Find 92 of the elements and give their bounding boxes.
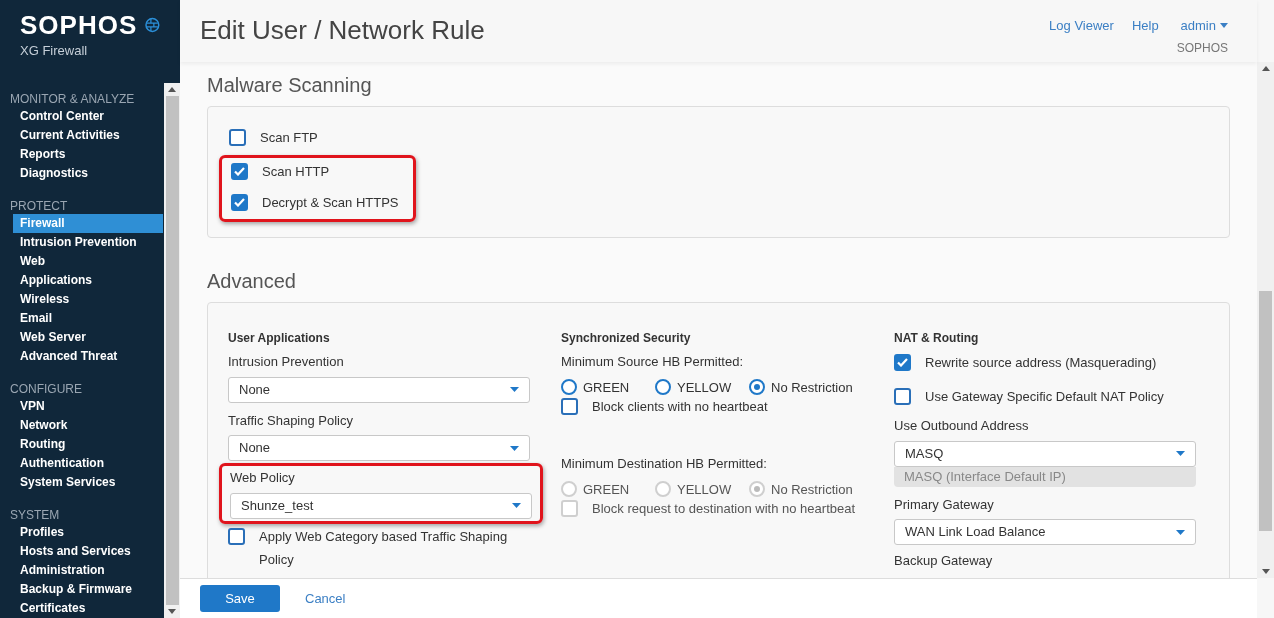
save-button[interactable]: Save <box>200 585 280 612</box>
checkbox-label: Rewrite source address (Masquerading) <box>925 354 1157 372</box>
checkbox[interactable] <box>561 398 578 415</box>
nav-item[interactable]: Authentication <box>13 454 163 473</box>
nav-item[interactable]: Certificates <box>13 599 163 618</box>
nav-item[interactable]: Current Activities <box>13 126 163 145</box>
checkbox-label: Scan FTP <box>260 129 318 147</box>
scrollbar[interactable] <box>164 83 180 618</box>
nav-item[interactable]: Intrusion Prevention <box>13 233 163 252</box>
field-label: Primary Gateway <box>894 495 995 514</box>
caret-icon <box>512 503 521 508</box>
column-heading: User Applications <box>228 330 331 347</box>
radio-label: GREEN <box>583 378 630 397</box>
checkmark-icon <box>234 198 245 207</box>
checkbox[interactable] <box>231 194 248 211</box>
nav-item[interactable]: Reports <box>13 145 163 164</box>
checkbox[interactable] <box>894 388 911 405</box>
header-link[interactable]: Help <box>1131 16 1159 57</box>
radio-label: No Restriction <box>771 378 853 397</box>
column-heading: NAT & Routing <box>894 330 980 347</box>
dropdown[interactable]: Shunze_test <box>230 492 532 519</box>
caret-icon <box>510 445 519 451</box>
caret-icon <box>510 387 519 392</box>
section-title: Malware Scanning <box>207 73 373 98</box>
nav-item[interactable]: VPN <box>13 397 163 416</box>
checkbox-label: Scan HTTP <box>262 163 330 181</box>
radio-label: No Restriction <box>771 480 853 499</box>
user-organization: SOPHOS <box>1176 39 1228 57</box>
field-label: Intrusion Prevention <box>228 353 345 371</box>
radio-label: YELLOW <box>677 378 732 397</box>
checkbox[interactable] <box>894 354 911 371</box>
nav-item[interactable]: Routing <box>13 435 163 454</box>
nav-section-heading: CONFIGURE <box>9 382 83 397</box>
field-label: Backup Gateway <box>894 552 994 570</box>
nav-section-heading: PROTECT <box>9 199 69 214</box>
caret-icon <box>1176 451 1185 456</box>
caret-icon <box>1220 23 1228 29</box>
dropdown[interactable]: WAN Link Load Balance <box>894 519 1196 545</box>
column-heading: Synchronized Security <box>561 330 692 347</box>
checkmark-icon <box>897 358 908 367</box>
scroll-up-icon[interactable] <box>168 87 176 92</box>
cancel-link[interactable]: Cancel <box>300 588 351 609</box>
checkbox-label: Apply Web Category based Traffic Shaping Policy <box>259 527 509 569</box>
nav-section-heading: SYSTEM <box>9 508 61 523</box>
radio-button[interactable] <box>749 379 765 396</box>
dropdown[interactable]: None <box>228 435 530 461</box>
field-label: Web Policy <box>230 469 296 487</box>
field-label: Traffic Shaping Policy <box>228 411 354 430</box>
dropdown[interactable]: None <box>228 376 530 403</box>
nav-section-heading: MONITOR & ANALYZE <box>9 92 136 107</box>
nav-item[interactable]: Hosts and Services <box>13 542 163 561</box>
header-link[interactable]: Log Viewer <box>1049 16 1114 57</box>
checkbox[interactable] <box>229 129 246 146</box>
nav-item[interactable]: Web Server <box>13 328 163 347</box>
radio-label: GREEN <box>583 480 630 499</box>
radio-button[interactable] <box>561 379 577 396</box>
scroll-down-icon[interactable] <box>1261 569 1270 574</box>
nav-item[interactable]: Network <box>13 416 163 435</box>
radio-label: YELLOW <box>677 480 732 499</box>
brand-logo-text: SOPHOS <box>20 11 138 39</box>
nav-item[interactable]: Applications <box>13 271 163 290</box>
dropdown[interactable]: MASQ <box>894 440 1196 467</box>
field-label: Minimum Destination HB Permitted: <box>561 455 768 473</box>
scrollbar[interactable] <box>1257 62 1274 578</box>
scroll-up-icon[interactable] <box>1261 66 1270 71</box>
selected-value-note: MASQ (Interface Default IP) <box>894 466 1196 487</box>
nav-item[interactable]: Web <box>13 252 163 271</box>
product-name: XG Firewall <box>20 42 89 60</box>
nav-item[interactable]: Wireless <box>13 290 163 309</box>
section-title: Advanced <box>207 269 297 294</box>
nav-item[interactable]: Email <box>13 309 163 328</box>
page-title: Edit User / Network Rule <box>200 14 485 46</box>
scroll-down-icon[interactable] <box>168 609 176 614</box>
checkbox-label: Block clients with no heartbeat <box>592 398 768 416</box>
radio-button[interactable] <box>655 379 671 396</box>
field-label: Use Outbound Address <box>894 417 1030 435</box>
nav-item[interactable]: Advanced Threat <box>13 347 163 366</box>
nav-item[interactable]: Administration <box>13 561 163 580</box>
user-menu[interactable]: admin <box>1180 16 1228 36</box>
nav-item[interactable]: Backup & Firmware <box>13 580 163 599</box>
nav-item[interactable]: Diagnostics <box>13 164 163 183</box>
checkmark-icon <box>234 167 245 176</box>
nav-item[interactable]: Control Center <box>13 107 163 126</box>
nav-item[interactable]: System Services <box>13 473 163 492</box>
checkbox[interactable] <box>231 163 248 180</box>
field-label: Minimum Source HB Permitted: <box>561 353 745 371</box>
nav-item[interactable]: Profiles <box>13 523 163 542</box>
checkbox-label: Decrypt & Scan HTTPS <box>262 194 399 212</box>
caret-icon <box>1176 529 1185 535</box>
checkbox-label: Block request to destination with no heartbeat <box>592 500 856 518</box>
checkbox-label: Use Gateway Specific Default NAT Policy <box>925 388 1164 406</box>
checkbox[interactable] <box>228 527 245 545</box>
